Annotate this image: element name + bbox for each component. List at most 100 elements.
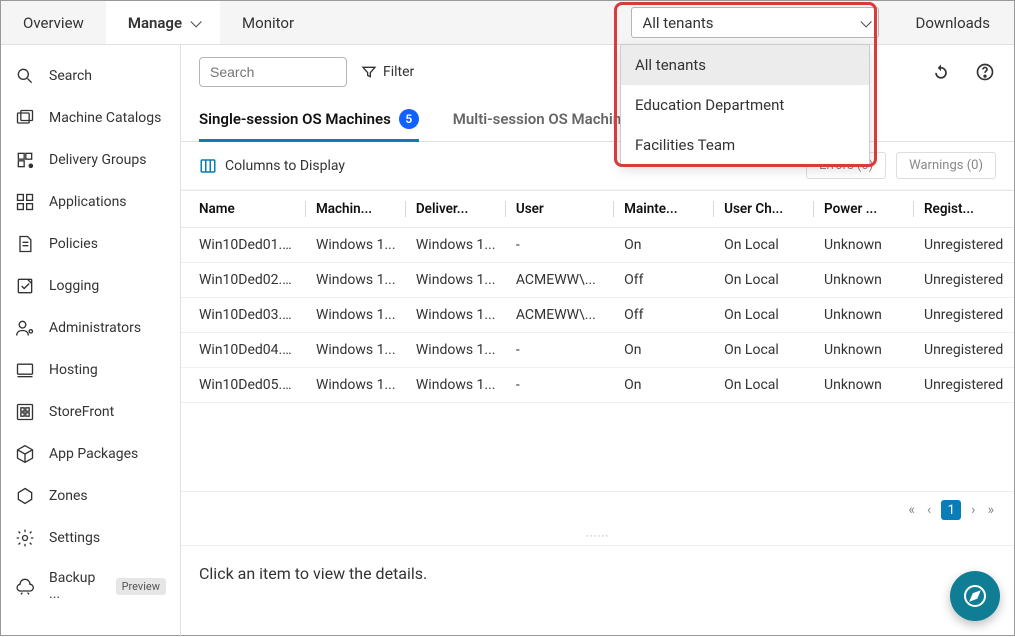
- table-cell: Windows 1...: [406, 298, 506, 333]
- downloads-link[interactable]: Downloads: [891, 1, 1014, 44]
- table-cell: -: [506, 228, 614, 263]
- table-row[interactable]: Win10Ded05.ac...Windows 1...Windows 1...…: [181, 368, 1014, 403]
- sidebar: Search Machine Catalogs Delivery Groups App…: [1, 45, 181, 637]
- preview-badge: Preview: [116, 578, 166, 595]
- sidebar-item-delivery[interactable]: Delivery Groups: [1, 139, 180, 181]
- table-row[interactable]: Win10Ded01.ac...Windows 1...Windows 1...…: [181, 228, 1014, 263]
- chevron-down-icon: [860, 14, 868, 32]
- column-header[interactable]: Power ...: [814, 191, 914, 228]
- table-cell: Windows 1...: [406, 368, 506, 403]
- sidebar-item-hosting[interactable]: Hosting: [1, 349, 180, 391]
- pager-last[interactable]: »: [985, 502, 996, 518]
- hosting-icon: [15, 360, 35, 380]
- column-header[interactable]: Mainte...: [614, 191, 714, 228]
- column-header[interactable]: User: [506, 191, 614, 228]
- sidebar-item-zones[interactable]: Zones: [1, 475, 180, 517]
- top-nav: Overview Manage Monitor All tenants Down…: [1, 1, 1014, 45]
- table-cell: On Local: [714, 298, 814, 333]
- table-cell: Windows 1...: [406, 263, 506, 298]
- table-cell: On: [614, 228, 714, 263]
- tab-monitor[interactable]: Monitor: [220, 1, 316, 44]
- sidebar-item-apps[interactable]: Applications: [1, 181, 180, 223]
- tab-manage[interactable]: Manage: [106, 1, 220, 44]
- table-cell: Windows 1...: [306, 263, 406, 298]
- table-cell: Unknown: [814, 333, 914, 368]
- sidebar-item-logging[interactable]: Logging: [1, 265, 180, 307]
- subtab-label: Multi-session OS Machines: [453, 110, 637, 128]
- sidebar-item-label: Applications: [49, 194, 127, 210]
- tenant-dropdown[interactable]: All tenants: [631, 7, 879, 38]
- table-cell: Win10Ded02.ac...: [181, 263, 306, 298]
- search-input[interactable]: [199, 57, 347, 87]
- column-header[interactable]: User Ch...: [714, 191, 814, 228]
- column-header[interactable]: Name: [181, 191, 306, 228]
- subtab-multi-session[interactable]: Multi-session OS Machines: [453, 99, 637, 142]
- pager-next[interactable]: ›: [969, 502, 977, 518]
- table-cell: Windows 1...: [306, 228, 406, 263]
- table-cell: On Local: [714, 368, 814, 403]
- table-row[interactable]: Win10Ded02.ac...Windows 1...Windows 1...…: [181, 263, 1014, 298]
- sidebar-item-packages[interactable]: App Packages: [1, 433, 180, 475]
- sidebar-item-label: Administrators: [49, 320, 141, 336]
- column-header[interactable]: Deliver...: [406, 191, 506, 228]
- tab-manage-label: Manage: [128, 14, 182, 32]
- sidebar-item-policies[interactable]: Policies: [1, 223, 180, 265]
- table-cell: Win10Ded05.ac...: [181, 368, 306, 403]
- tenant-option-facilities[interactable]: Facilities Team: [621, 125, 869, 165]
- columns-to-display-button[interactable]: Columns to Display: [199, 157, 345, 175]
- sidebar-item-label: Hosting: [49, 362, 98, 378]
- table-cell: Unregistered: [914, 298, 1014, 333]
- table-cell: Off: [614, 298, 714, 333]
- table-cell: Unknown: [814, 368, 914, 403]
- navigate-fab[interactable]: [950, 571, 1000, 621]
- settings-icon: [15, 528, 35, 548]
- pager: « ‹ 1 › »: [181, 491, 1014, 528]
- details-panel: Click an item to view the details.: [181, 545, 1014, 637]
- refresh-button[interactable]: [930, 61, 952, 83]
- help-button[interactable]: [974, 61, 996, 83]
- sidebar-item-backup[interactable]: Backup ... Preview: [1, 559, 180, 613]
- table-cell: Unregistered: [914, 263, 1014, 298]
- filter-button[interactable]: Filter: [361, 64, 414, 80]
- pager-current[interactable]: 1: [941, 500, 961, 520]
- apps-icon: [15, 192, 35, 212]
- sidebar-item-settings[interactable]: Settings: [1, 517, 180, 559]
- table-toolbar: Columns to Display Errors (0) Warnings (…: [181, 142, 1014, 189]
- table-cell: Win10Ded03.ac...: [181, 298, 306, 333]
- content: Filter Single-session OS Machines 5 Mult…: [181, 45, 1014, 637]
- sidebar-item-label: Delivery Groups: [49, 152, 146, 168]
- compass-icon: [963, 584, 987, 608]
- tenant-option-all[interactable]: All tenants: [621, 45, 869, 85]
- table-cell: On: [614, 368, 714, 403]
- column-header[interactable]: Machin...: [306, 191, 406, 228]
- table-cell: Unknown: [814, 263, 914, 298]
- column-header[interactable]: Regist...: [914, 191, 1014, 228]
- table-cell: Windows 1...: [306, 333, 406, 368]
- tab-overview[interactable]: Overview: [1, 1, 106, 44]
- sidebar-item-search[interactable]: Search: [1, 55, 180, 97]
- pager-first[interactable]: «: [906, 502, 917, 518]
- filter-icon: [361, 64, 377, 80]
- policies-icon: [15, 234, 35, 254]
- sidebar-item-label: Machine Catalogs: [49, 110, 161, 126]
- panel-resize-handle[interactable]: ······: [181, 528, 1014, 545]
- table-cell: On Local: [714, 263, 814, 298]
- catalogs-icon: [15, 108, 35, 128]
- table-row[interactable]: Win10Ded03.ac...Windows 1...Windows 1...…: [181, 298, 1014, 333]
- sidebar-item-label: Logging: [49, 278, 99, 294]
- table-cell: Unknown: [814, 298, 914, 333]
- warnings-pill[interactable]: Warnings (0): [896, 152, 996, 179]
- packages-icon: [15, 444, 35, 464]
- table-row[interactable]: Win10Ded04.ac...Windows 1...Windows 1...…: [181, 333, 1014, 368]
- sidebar-item-catalogs[interactable]: Machine Catalogs: [1, 97, 180, 139]
- sidebar-item-label: Search: [49, 68, 92, 84]
- sidebar-item-storefront[interactable]: StoreFront: [1, 391, 180, 433]
- sidebar-item-admins[interactable]: Administrators: [1, 307, 180, 349]
- table-cell: Unregistered: [914, 228, 1014, 263]
- tenant-option-education[interactable]: Education Department: [621, 85, 869, 125]
- backup-icon: [15, 576, 35, 596]
- pager-prev[interactable]: ‹: [925, 502, 933, 518]
- table-cell: ACMEWW\...: [506, 263, 614, 298]
- sidebar-item-label: Backup ...: [49, 570, 110, 602]
- subtab-single-session[interactable]: Single-session OS Machines 5: [199, 99, 419, 142]
